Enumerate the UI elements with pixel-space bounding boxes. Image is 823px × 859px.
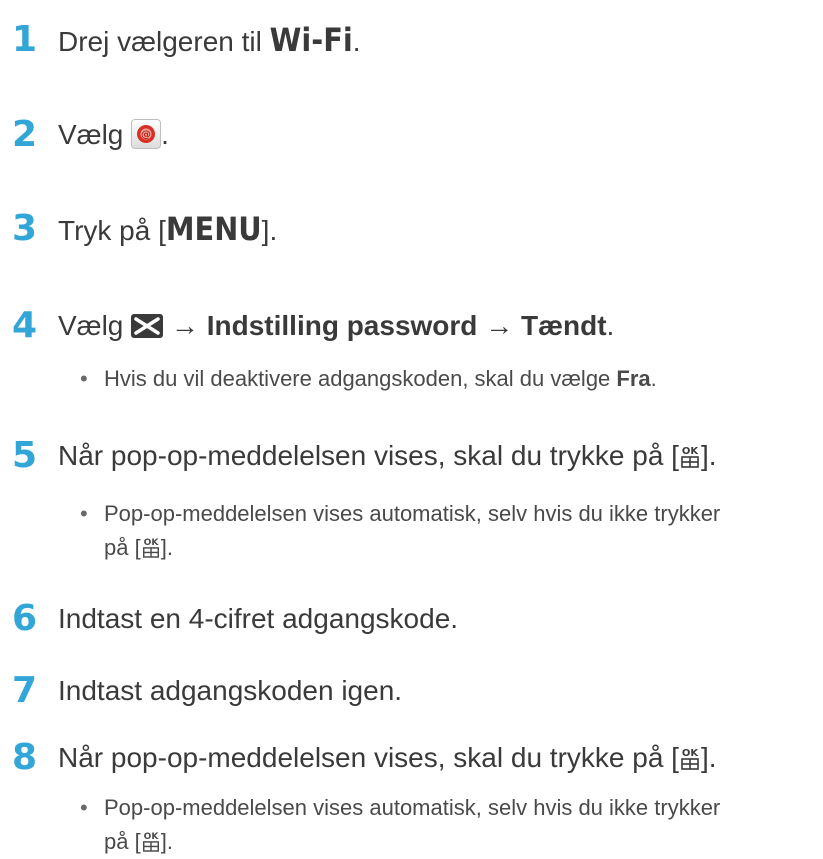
step-text-part: Når pop-op-meddelelsen vises, skal du tr… — [58, 742, 679, 773]
step-4-note: • Hvis du vil deaktivere adgangskoden, s… — [80, 362, 810, 396]
svg-text:OK: OK — [682, 748, 700, 759]
menu-key-label: MENU — [165, 210, 262, 248]
note-text: Pop-op-meddelelsen vises automatisk, sel… — [80, 791, 810, 859]
svg-text:OK: OK — [143, 832, 159, 842]
note-line-1: Pop-op-meddelelsen vises automatisk, sel… — [104, 795, 721, 820]
option-label: Fra — [616, 366, 651, 391]
svg-text:OK: OK — [143, 538, 159, 548]
step-5-note: • Pop-op-meddelelsen vises automatisk, s… — [80, 497, 810, 565]
arrow-separator: → — [477, 310, 521, 341]
step-text: Når pop-op-meddelelsen vises, skal du tr… — [58, 738, 717, 778]
step-text: Indtast en 4-cifret adgangskode. — [58, 603, 459, 634]
step-text: Vælg @. — [58, 115, 169, 155]
step-number: 6 — [12, 598, 38, 639]
step-text: Drej vælgeren til Wi-Fi. — [58, 20, 361, 62]
step-text-end: . — [352, 26, 361, 57]
step-number: 3 — [12, 208, 38, 249]
step-number: 7 — [12, 670, 38, 711]
note-text: Hvis du vil deaktivere adgangskoden, ska… — [80, 362, 810, 396]
wifi-mode-label: Wi-Fi — [269, 21, 353, 59]
option-label: Tændt — [520, 310, 607, 341]
step-text-end: ]. — [261, 215, 278, 246]
step-text: Indtast adgangskoden igen. — [58, 675, 403, 706]
step-8-note: • Pop-op-meddelelsen vises automatisk, s… — [80, 791, 810, 859]
step-text-part: Vælg — [58, 119, 132, 150]
step-text-end: . — [161, 119, 169, 150]
note-text-end: ]. — [160, 535, 173, 560]
step-text-end: ]. — [700, 440, 717, 471]
step-number: 8 — [12, 737, 38, 778]
step-text-part: Når pop-op-meddelelsen vises, skal du tr… — [58, 440, 679, 471]
step-number: 4 — [12, 305, 38, 346]
ok-button-icon: OK — [679, 443, 701, 469]
note-text-part: på [ — [104, 535, 141, 560]
svg-text:OK: OK — [682, 446, 700, 457]
envelope-icon — [131, 314, 164, 338]
step-text-part: Drej vælgeren til — [58, 26, 270, 57]
ok-button-icon: OK — [141, 829, 161, 853]
note-text-part: Hvis du vil deaktivere adgangskoden, ska… — [104, 366, 617, 391]
arrow-separator: → — [163, 310, 207, 341]
step-number: 5 — [12, 435, 38, 476]
step-number: 2 — [12, 114, 38, 155]
note-text-end: ]. — [160, 829, 173, 854]
step-text-end: . — [606, 310, 615, 341]
note-text: Pop-op-meddelelsen vises automatisk, sel… — [80, 497, 810, 565]
note-text-end: . — [650, 366, 657, 391]
step-text: Vælg → Indstilling password → Tændt. — [58, 306, 614, 346]
note-line-1: Pop-op-meddelelsen vises automatisk, sel… — [104, 501, 721, 526]
step-text: Tryk på [MENU]. — [58, 209, 277, 251]
step-text-part: Vælg — [58, 310, 132, 341]
step-text-end: ]. — [700, 742, 717, 773]
option-label: Indstilling password — [206, 310, 478, 341]
bullet-dot: • — [80, 366, 88, 391]
note-text-part: på [ — [104, 829, 141, 854]
step-number: 1 — [12, 19, 38, 60]
svg-text:@: @ — [141, 130, 151, 141]
email-app-icon: @ — [131, 119, 162, 149]
ok-button-icon: OK — [141, 535, 161, 559]
bullet-dot: • — [80, 501, 88, 526]
step-text-part: Tryk på [ — [58, 215, 166, 246]
bullet-dot: • — [80, 795, 88, 820]
step-text: Når pop-op-meddelelsen vises, skal du tr… — [58, 436, 717, 476]
ok-button-icon: OK — [679, 745, 701, 771]
